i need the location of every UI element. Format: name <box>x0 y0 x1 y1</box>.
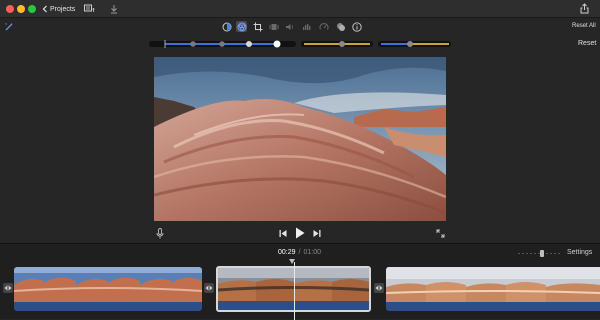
current-time: 00:29 <box>278 249 296 256</box>
temperature-slider[interactable] <box>377 38 452 50</box>
skip-back-icon[interactable] <box>279 229 287 238</box>
transition-1[interactable] <box>204 283 214 293</box>
saturation-slider[interactable] <box>300 38 374 50</box>
audio-waveform <box>14 302 202 311</box>
time-separator: / <box>298 249 301 256</box>
chevron-left-icon <box>42 5 47 13</box>
info-button[interactable] <box>351 21 362 32</box>
share-icon[interactable] <box>580 3 589 14</box>
color-correction-icon <box>237 22 246 31</box>
clip-thumbnails <box>14 267 202 302</box>
settings-button[interactable]: Settings <box>567 249 592 256</box>
color-correction-button[interactable] <box>236 21 247 32</box>
clip-thumbnails <box>386 267 600 302</box>
transition-icon <box>205 285 213 291</box>
color-balance-icon <box>222 22 231 31</box>
total-time: 01:00 <box>303 249 322 256</box>
transition-start[interactable] <box>3 283 13 293</box>
magic-wand-icon[interactable] <box>4 22 14 32</box>
stabilization-button[interactable] <box>268 21 279 32</box>
video-overlay-button[interactable] <box>335 21 346 32</box>
stabilization-icon <box>269 23 278 30</box>
fullscreen-icon[interactable] <box>436 229 445 238</box>
speed-button[interactable] <box>318 21 329 32</box>
microphone-icon[interactable] <box>156 228 164 239</box>
speed-icon <box>319 22 328 30</box>
reset-all-button[interactable]: Reset All <box>572 23 596 29</box>
timeline-clip-3[interactable] <box>386 267 600 311</box>
volume-icon <box>285 23 293 30</box>
color-balance-button[interactable] <box>221 21 232 32</box>
download-icon[interactable] <box>110 4 118 14</box>
play-icon[interactable] <box>295 227 305 239</box>
timecode: 00:29 / 01:00 <box>278 249 321 256</box>
skip-forward-icon[interactable] <box>313 229 321 238</box>
projects-back-label: Projects <box>50 5 76 13</box>
noise-reduction-icon <box>302 23 310 30</box>
viewer <box>0 52 600 242</box>
adjustments-toolbar: Reset All <box>0 18 600 35</box>
close-window-button[interactable] <box>6 5 14 13</box>
timeline: 00:29 / 01:00 Settings <box>0 243 600 320</box>
audio-waveform <box>386 302 600 311</box>
transition-icon <box>375 285 383 291</box>
brightness-slider[interactable] <box>148 38 298 50</box>
crop-button[interactable] <box>252 21 263 32</box>
transition-2[interactable] <box>374 283 384 293</box>
title-bar: Projects <box>0 0 600 18</box>
playhead[interactable] <box>294 262 295 320</box>
volume-button[interactable] <box>284 21 295 32</box>
info-icon <box>351 21 362 32</box>
video-preview <box>154 57 446 221</box>
media-browser-icon[interactable] <box>84 4 95 14</box>
minimize-window-button[interactable] <box>17 5 25 13</box>
transition-icon <box>4 285 12 291</box>
video-overlay-icon <box>336 22 345 31</box>
zoom-slider[interactable] <box>516 249 562 258</box>
noise-reduction-button[interactable] <box>301 21 312 32</box>
timeline-clip-1[interactable] <box>14 267 202 311</box>
maximize-window-button[interactable] <box>28 5 36 13</box>
projects-back-button[interactable]: Projects <box>42 3 75 15</box>
crop-icon <box>253 22 262 31</box>
reset-button[interactable]: Reset <box>578 40 596 47</box>
